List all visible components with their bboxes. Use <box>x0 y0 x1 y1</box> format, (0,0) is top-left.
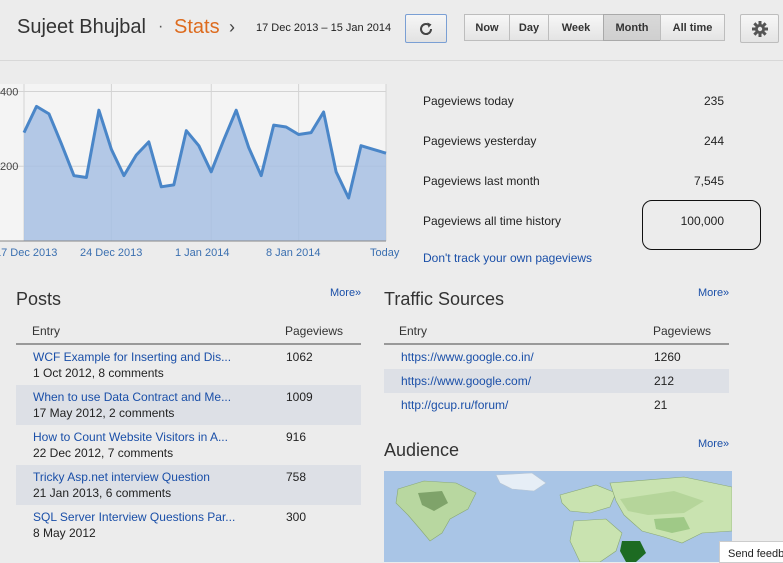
column-entry: Entry <box>399 324 428 338</box>
stat-row-last-month: Pageviews last month 7,545 <box>423 174 724 192</box>
gear-icon <box>751 20 768 37</box>
post-pageviews: 916 <box>286 430 307 444</box>
post-pageviews: 758 <box>286 470 307 484</box>
stat-value: 7,545 <box>693 174 724 188</box>
post-meta: 1 Oct 2012, 8 comments <box>33 366 164 380</box>
traffic-table-header: Entry Pageviews <box>384 321 729 345</box>
post-title-link[interactable]: How to Count Website Visitors in A... <box>33 430 228 444</box>
range-now-button[interactable]: Now <box>464 14 510 41</box>
stat-label: Pageviews today <box>423 94 514 108</box>
x-tick-label: 17 Dec 2013 <box>0 247 57 259</box>
post-title-link[interactable]: When to use Data Contract and Me... <box>33 390 231 404</box>
stat-label: Pageviews last month <box>423 174 540 188</box>
traffic-row: https://www.google.com/ 212 <box>384 369 729 393</box>
chevron-right-icon: › <box>229 17 235 37</box>
post-row: WCF Example for Inserting and Dis... 1 O… <box>16 345 361 385</box>
post-row: How to Count Website Visitors in A... 22… <box>16 425 361 465</box>
stat-value: 244 <box>703 134 724 148</box>
range-day-button[interactable]: Day <box>509 14 549 41</box>
x-tick-label: 1 Jan 2014 <box>175 247 229 259</box>
traffic-pageviews: 21 <box>654 398 668 412</box>
column-pageviews: Pageviews <box>653 324 712 338</box>
x-tick-label: 8 Jan 2014 <box>266 247 320 259</box>
post-pageviews: 1009 <box>286 390 313 404</box>
post-pageviews: 300 <box>286 510 307 524</box>
stat-row-yesterday: Pageviews yesterday 244 <box>423 134 724 152</box>
post-meta: 21 Jan 2013, 6 comments <box>33 486 172 500</box>
range-selector: Now Day Week Month All time <box>464 14 725 41</box>
range-all-time-button[interactable]: All time <box>660 14 725 41</box>
y-tick-label: 400 <box>0 86 18 98</box>
post-meta: 8 May 2012 <box>33 526 96 540</box>
range-month-button[interactable]: Month <box>603 14 661 41</box>
blog-name[interactable]: Sujeet Bhujbal <box>17 16 146 39</box>
x-tick-label: 24 Dec 2013 <box>80 247 142 259</box>
traffic-row: https://www.google.co.in/ 1260 <box>384 345 729 369</box>
post-row: When to use Data Contract and Me... 17 M… <box>16 385 361 425</box>
title-separator: · <box>158 18 164 35</box>
traffic-row: http://gcup.ru/forum/ 21 <box>384 393 729 417</box>
y-tick-label: 200 <box>0 161 18 173</box>
traffic-pageviews: 1260 <box>654 350 681 364</box>
stat-row-today: Pageviews today 235 <box>423 94 724 112</box>
highlight-circle-annotation <box>642 200 761 250</box>
post-meta: 17 May 2012, 2 comments <box>33 406 175 420</box>
stat-label: Pageviews yesterday <box>423 134 537 148</box>
stats-header: Sujeet Bhujbal · Stats › 17 Dec 2013 – 1… <box>0 0 783 61</box>
audience-world-map[interactable] <box>384 471 732 562</box>
traffic-sources-title: Traffic Sources <box>384 289 505 309</box>
post-title-link[interactable]: Tricky Asp.net interview Question <box>33 470 210 484</box>
column-entry: Entry <box>32 324 61 338</box>
audience-more-link[interactable]: More» <box>698 438 729 450</box>
column-pageviews: Pageviews <box>285 324 344 338</box>
dont-track-link[interactable]: Don't track your own pageviews <box>423 251 592 265</box>
date-range: 17 Dec 2013 – 15 Jan 2014 <box>256 22 392 34</box>
traffic-source-link[interactable]: https://www.google.com/ <box>401 374 531 388</box>
settings-button[interactable] <box>740 14 779 43</box>
traffic-more-link[interactable]: More» <box>698 287 729 299</box>
traffic-pageviews: 212 <box>654 374 675 388</box>
refresh-button[interactable] <box>405 14 447 43</box>
stat-label: Pageviews all time history <box>423 214 562 228</box>
post-pageviews: 1062 <box>286 350 313 364</box>
posts-more-link[interactable]: More» <box>330 287 361 299</box>
refresh-icon <box>420 22 433 35</box>
audience-title: Audience <box>384 440 460 460</box>
traffic-source-link[interactable]: https://www.google.co.in/ <box>401 350 534 364</box>
posts-table-header: Entry Pageviews <box>16 321 361 345</box>
post-row: SQL Server Interview Questions Par... 8 … <box>16 505 361 545</box>
range-week-button[interactable]: Week <box>548 14 604 41</box>
page-title: Stats <box>174 16 220 38</box>
posts-title: Posts <box>16 289 62 309</box>
send-feedback-button[interactable]: Send feedback <box>719 541 783 563</box>
post-meta: 22 Dec 2012, 7 comments <box>33 446 174 460</box>
post-row: Tricky Asp.net interview Question 21 Jan… <box>16 465 361 505</box>
post-title-link[interactable]: SQL Server Interview Questions Par... <box>33 510 235 524</box>
post-title-link[interactable]: WCF Example for Inserting and Dis... <box>33 350 231 364</box>
x-tick-label: Today <box>370 247 400 259</box>
stat-value: 235 <box>703 94 724 108</box>
pageviews-chart[interactable]: 400 200 17 Dec 2013 24 Dec 2013 1 Jan 2014 8… <box>0 70 410 266</box>
traffic-source-link[interactable]: http://gcup.ru/forum/ <box>401 398 508 412</box>
